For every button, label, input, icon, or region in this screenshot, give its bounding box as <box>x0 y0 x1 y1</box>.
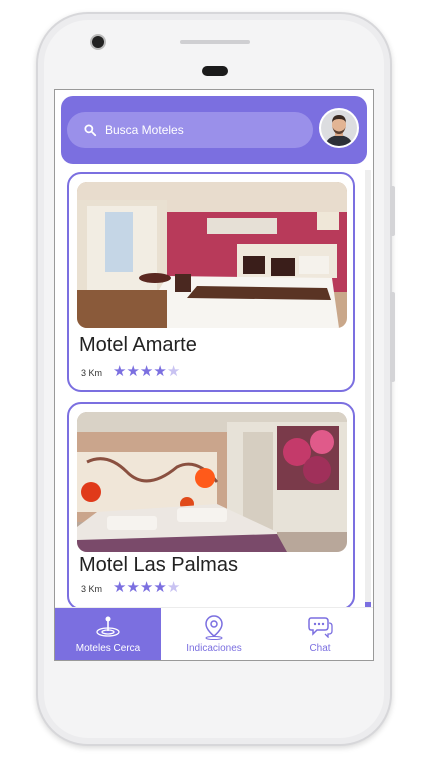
star-icon: ★ <box>126 363 140 380</box>
star-icon: ★ <box>139 579 154 596</box>
tab-moteles-cerca[interactable]: Moteles Cerca <box>55 608 161 660</box>
front-camera <box>92 36 104 48</box>
star-icon: ★ <box>113 579 127 596</box>
rating-stars: ★★★★★ <box>113 578 180 596</box>
app-screen: Busca Moteles Motel Amarte 3 Km ★★★★★ Mo… <box>54 89 374 661</box>
motel-distance: 3 Km <box>81 584 103 594</box>
tab-indicaciones[interactable]: Indicaciones <box>161 608 267 660</box>
star-icon: ★ <box>113 363 127 380</box>
search-icon <box>84 124 97 137</box>
tab-label: Chat <box>309 643 331 654</box>
tab-chat[interactable]: Chat <box>267 608 373 660</box>
motel-distance: 3 Km <box>81 368 103 378</box>
chat-icon <box>308 617 333 638</box>
motel-card[interactable]: Motel Las Palmas 3 Km ★★★★★ <box>67 402 355 610</box>
rating-stars: ★★★★★ <box>113 362 180 380</box>
star-empty-icon: ★ <box>166 363 181 380</box>
tab-label: Moteles Cerca <box>75 643 141 654</box>
top-bar: Busca Moteles <box>61 96 367 164</box>
bottom-navigation: Moteles Cerca Indicaciones Chat <box>55 607 373 660</box>
motel-photo <box>77 182 347 328</box>
search-bar[interactable]: Busca Moteles <box>67 112 313 148</box>
motel-photo <box>77 412 347 552</box>
star-empty-icon: ★ <box>166 579 181 596</box>
star-icon: ★ <box>126 579 140 596</box>
power-button <box>390 292 395 382</box>
tab-label: Indicaciones <box>186 643 242 654</box>
star-icon: ★ <box>153 579 167 596</box>
search-placeholder: Busca Moteles <box>105 123 184 137</box>
star-icon: ★ <box>139 363 154 380</box>
motel-card[interactable]: Motel Amarte 3 Km ★★★★★ <box>67 172 355 392</box>
nearby-icon <box>96 616 120 637</box>
earpiece-speaker <box>180 40 250 44</box>
star-icon: ★ <box>153 363 167 380</box>
motel-name: Motel Amarte <box>79 334 197 356</box>
user-avatar[interactable] <box>319 108 359 148</box>
scrollbar-track[interactable] <box>365 170 371 606</box>
location-pin-icon <box>205 615 223 640</box>
volume-button <box>390 186 395 236</box>
proximity-sensor <box>202 66 228 76</box>
motel-name: Motel Las Palmas <box>79 554 238 576</box>
